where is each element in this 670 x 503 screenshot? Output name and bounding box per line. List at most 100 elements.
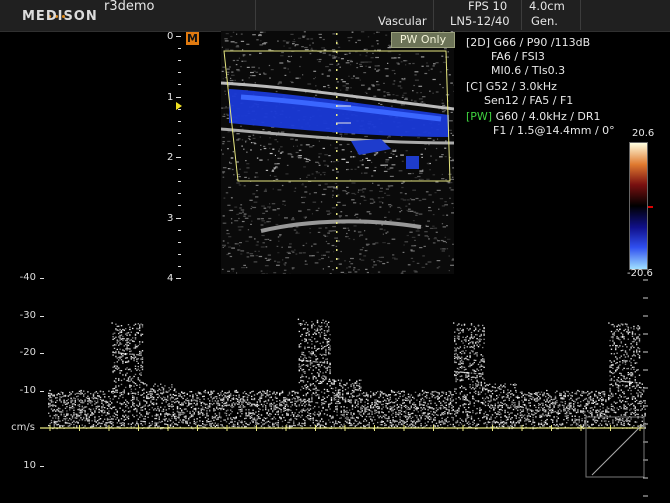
doppler-cursor-dot [336,78,338,80]
doppler-cursor-dot [336,240,338,242]
bmode-image[interactable] [221,31,454,274]
doppler-cursor-dot [336,231,338,233]
depth-tick [178,205,181,207]
doppler-cursor-dot [336,87,338,89]
header-divider [521,0,522,30]
depth-tick [176,157,181,158]
velocity-data-point [483,382,486,384]
spectral-speckle [48,319,646,430]
depth-tick [178,84,181,86]
velocity-data-point [515,389,517,392]
header-divider [433,0,434,30]
depth-tick [178,193,181,195]
velocity-tick-label: -30 [19,309,36,321]
depth-tick [176,36,181,37]
depth-tick [178,60,181,62]
brand-logo: MEDISON [22,9,98,24]
doppler-cursor-dot [336,213,338,215]
depth-tick [178,144,181,146]
velocity-tick [40,390,44,392]
velocity-data-point [266,389,269,392]
doppler-cursor-dot [336,177,338,179]
depth-tick [176,96,181,98]
velocity-data-point [235,389,238,392]
depth-tick [178,265,181,267]
header-divider [255,0,256,30]
velocity-data-point [359,389,362,392]
doppler-cursor-dot [336,132,338,134]
header-divider [580,0,581,30]
velocity-data-point [111,322,113,324]
preset-name: Vascular [378,14,427,28]
sweep-marker-line [591,424,643,476]
velocity-tick-label: -10 [19,384,36,396]
velocity-data-point [452,322,455,324]
depth-tick [178,253,181,255]
doppler-cursor-dot [336,150,338,152]
depth-tick [178,241,181,243]
velocity-tick [40,315,44,317]
pw-settings: G60 / 4.0kHz / DR1 [492,110,601,123]
velocity-tick-label: 10 [23,459,36,471]
velocity-data-point [546,389,548,392]
param-pw: [PW] G60 / 4.0kHz / DR1 [466,110,601,123]
depth-label: 2 [167,152,174,163]
doppler-cursor-dot [336,60,338,62]
velocity-data-point [390,389,393,392]
m-marker-icon[interactable]: M [186,32,199,45]
velocity-data-point [142,382,144,384]
doppler-cursor-dot [336,186,338,188]
study-title: r3demo [104,0,155,14]
doppler-cursor-dot [336,42,338,44]
color-velocity-bar [629,142,648,270]
velocity-unit-label: cm/s [11,422,35,433]
doppler-cursor-dot [336,69,338,71]
pw-only-button[interactable]: PW Only [391,32,455,48]
color-flow-branch [406,156,419,169]
velocity-tick [40,465,44,467]
velocity-data-point [421,389,424,392]
velocity-data-point [204,389,207,392]
doppler-cursor-dot [336,258,338,260]
color-bar-max: 20.6 [632,128,655,139]
brand-logo-dots [48,3,78,18]
velocity-tick [40,353,44,354]
velocity-tick [40,278,44,279]
focus-marker-icon[interactable] [176,102,182,110]
doppler-cursor-dot [336,159,338,161]
depth-tick [178,48,181,50]
spectral-doppler-display[interactable] [0,270,670,503]
fps-readout: FPS 10 [468,0,508,13]
velocity-tick-label: -40 [19,272,36,283]
param-2d: [2D] G66 / P90 /113dB [466,36,591,49]
param-fa: FA6 / FSI3 [491,50,545,63]
depth-tick [176,217,181,219]
velocity-tick-label: -20 [19,347,36,358]
velocity-data-point [49,389,51,392]
velocity-data-point [297,318,300,321]
doppler-cursor-dot [336,51,338,53]
mode-readout: Gen. [531,14,558,28]
baseline-marker-icon [648,206,653,208]
param-mi: MI0.6 / TIs0.3 [491,64,566,77]
depth-tick [178,72,181,74]
doppler-cursor-dot [336,141,338,143]
depth-label: 1 [167,91,174,103]
depth-tick [178,132,181,134]
doppler-cursor-dot [336,114,338,116]
probe-name: LN5-12/40 [450,14,510,28]
doppler-cursor-dot [336,195,338,197]
velocity-data-point [328,378,331,381]
doppler-cursor-dot [336,33,338,35]
velocity-data-point [608,322,610,324]
doppler-cursor-dot [336,222,338,224]
velocity-data-point [80,389,82,392]
depth-label: 0 [167,31,174,42]
doppler-cursor-dot [336,96,338,98]
param-color: [C] G52 / 3.0kHz [466,80,557,93]
doppler-cursor-dot [336,249,338,251]
velocity-data-point [173,389,175,392]
velocity-data-point [639,382,641,384]
depth-tick [178,169,181,171]
velocity-data-point [577,389,579,392]
